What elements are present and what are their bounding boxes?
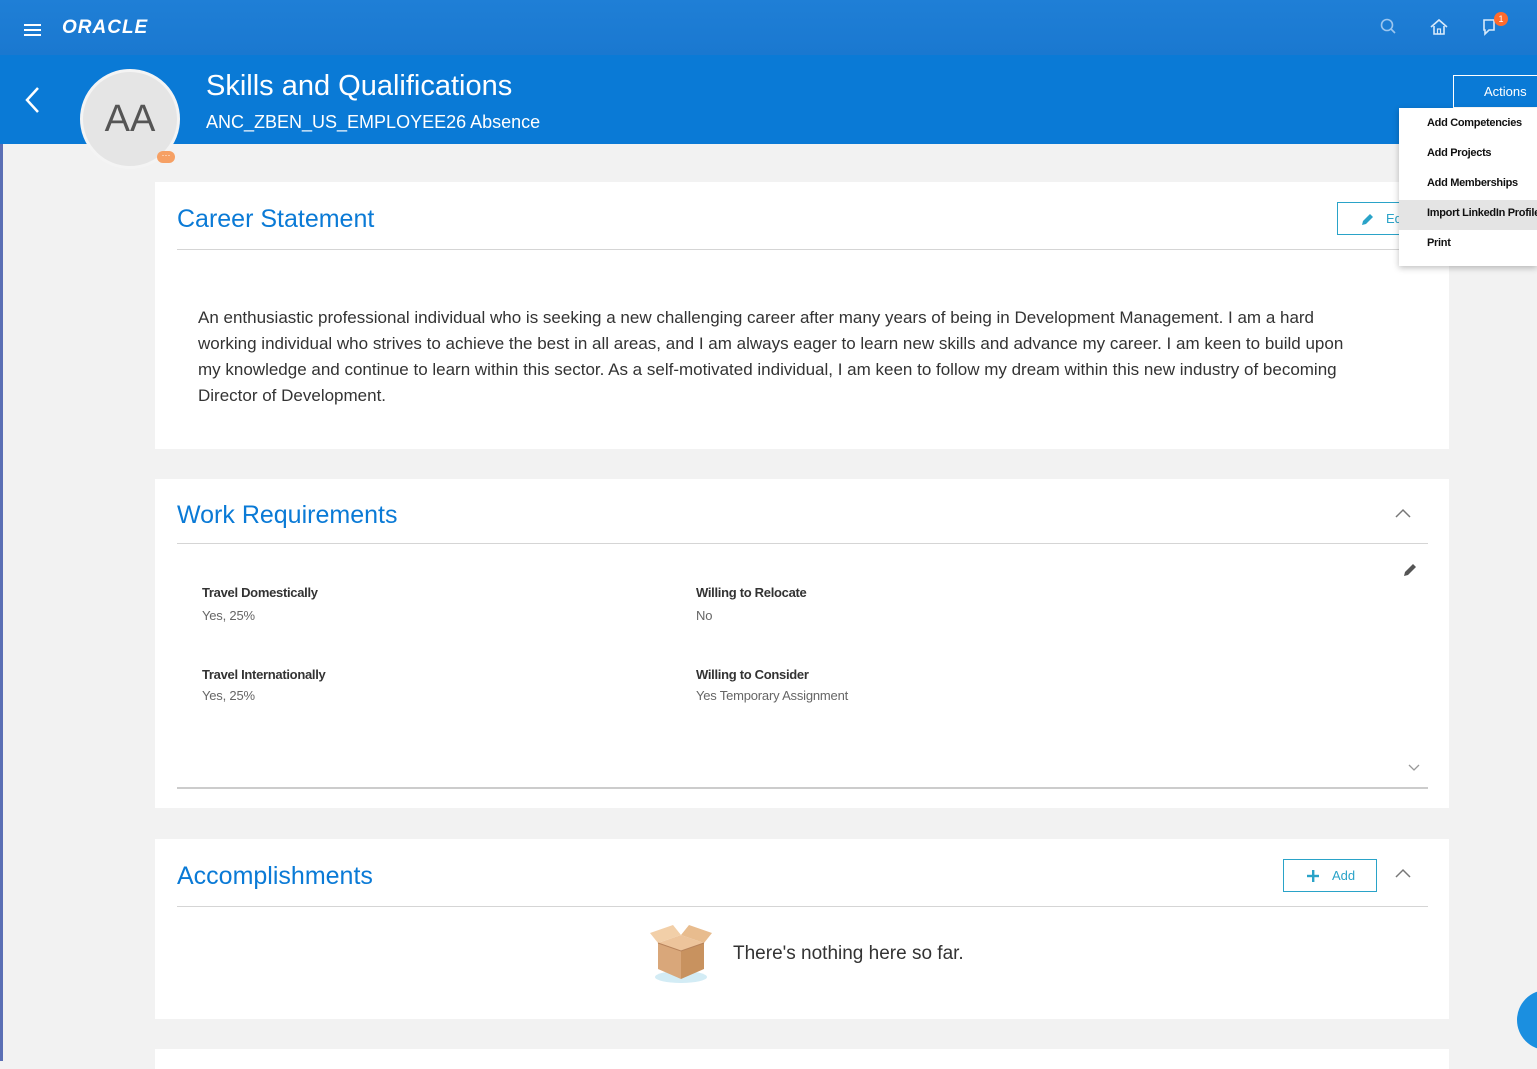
- home-icon[interactable]: [1428, 16, 1450, 38]
- field-value: No: [696, 608, 713, 623]
- accomplishments-card: Accomplishments Add There's nothing here…: [155, 839, 1449, 1019]
- divider: [177, 543, 1428, 544]
- divider: [177, 249, 1428, 250]
- field-label: Travel Internationally: [202, 667, 326, 682]
- left-edge: [0, 0, 3, 1061]
- field-label: Travel Domestically: [202, 585, 318, 600]
- empty-state-text: There's nothing here so far.: [733, 943, 964, 964]
- empty-box-icon: [650, 925, 712, 983]
- help-chat-button[interactable]: [1517, 990, 1537, 1050]
- edit-pencil-icon[interactable]: [1402, 562, 1418, 578]
- search-icon[interactable]: [1378, 16, 1400, 38]
- menu-item-add-competencies[interactable]: Add Competencies: [1399, 110, 1537, 140]
- expand-chevron-down-icon[interactable]: [1407, 763, 1421, 773]
- menu-item-add-projects[interactable]: Add Projects: [1399, 140, 1537, 170]
- hamburger-menu-icon[interactable]: [24, 24, 41, 36]
- field-label: Willing to Consider: [696, 667, 809, 682]
- field-value: Yes, 25%: [202, 608, 255, 623]
- menu-item-import-linkedin[interactable]: Import LinkedIn Profile: [1399, 200, 1537, 230]
- plus-icon: [1307, 870, 1319, 882]
- global-header: ORACLE 1: [0, 0, 1537, 55]
- actions-menu: Add Competencies Add Projects Add Member…: [1399, 108, 1537, 266]
- career-statement-card: Career Statement Ed An enthusiastic prof…: [155, 182, 1449, 449]
- field-label: Willing to Relocate: [696, 585, 807, 600]
- career-statement-text: An enthusiastic professional individual …: [198, 308, 1344, 405]
- work-requirements-card: Work Requirements Travel Domestically Ye…: [155, 479, 1449, 808]
- back-chevron-icon[interactable]: [24, 85, 42, 115]
- divider: [177, 906, 1428, 907]
- next-card: [155, 1049, 1449, 1069]
- work-requirements-title: Work Requirements: [177, 501, 398, 529]
- pencil-icon: [1362, 214, 1373, 225]
- divider: [177, 787, 1428, 789]
- actions-button[interactable]: Actions: [1453, 75, 1537, 108]
- menu-item-print[interactable]: Print: [1399, 230, 1537, 260]
- career-statement-title: Career Statement: [177, 205, 375, 233]
- field-value: Yes Temporary Assignment: [696, 688, 849, 703]
- page-subtitle: ANC_ZBEN_US_EMPLOYEE26 Absence: [206, 112, 541, 132]
- field-value: Yes, 25%: [202, 688, 255, 703]
- oracle-logo[interactable]: ORACLE: [62, 17, 148, 39]
- collapse-chevron-up-icon[interactable]: [1394, 867, 1412, 879]
- notification-badge: 1: [1494, 12, 1508, 26]
- avatar-status-icon: ···: [157, 151, 175, 163]
- accomplishments-title: Accomplishments: [177, 862, 373, 890]
- add-accomplishment-button[interactable]: Add: [1283, 859, 1377, 892]
- page-title: Skills and Qualifications: [206, 70, 513, 102]
- collapse-chevron-up-icon[interactable]: [1394, 507, 1412, 519]
- menu-item-add-memberships[interactable]: Add Memberships: [1399, 170, 1537, 200]
- add-label: Add: [1332, 868, 1356, 883]
